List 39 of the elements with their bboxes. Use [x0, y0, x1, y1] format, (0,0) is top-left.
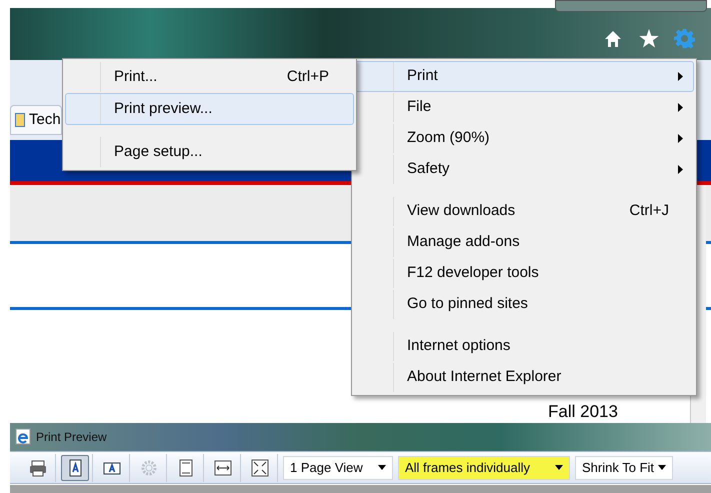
dropdown[interactable]: All frames individually — [398, 456, 570, 480]
page-icon — [15, 113, 25, 127]
menu-item[interactable]: F12 developer tools — [354, 258, 694, 289]
dropdown-arrow-icon — [555, 465, 563, 470]
full-page-icon — [250, 458, 268, 476]
shortcut-label: Ctrl+J — [629, 201, 670, 222]
home-icon[interactable] — [604, 30, 622, 48]
print-icon — [28, 458, 46, 476]
menu-item[interactable]: Zoom (90%) — [354, 123, 694, 154]
settings-icon — [140, 458, 158, 476]
menu-item[interactable]: View downloads Ctrl+J — [354, 196, 694, 227]
tab-label: Tech — [29, 110, 61, 130]
menu-item[interactable]: Print — [354, 61, 694, 92]
submenu-arrow-icon — [678, 134, 683, 143]
menu-item[interactable]: Internet options — [354, 331, 694, 362]
dropdown-arrow-icon — [378, 465, 386, 470]
menu-item[interactable]: Page setup... — [65, 136, 354, 168]
menu-item[interactable]: About Internet Explorer — [354, 362, 694, 393]
menu-item[interactable]: Go to pinned sites — [354, 289, 694, 320]
dropdown[interactable]: 1 Page View — [283, 456, 393, 480]
star-icon[interactable] — [639, 29, 659, 48]
fit-width-icon — [214, 458, 232, 476]
dropdown-arrow-icon — [658, 465, 666, 470]
menu-item[interactable]: Print... Ctrl+P — [65, 61, 354, 93]
menu-item[interactable]: Safety — [354, 154, 694, 185]
shortcut-label: Ctrl+P — [286, 66, 330, 87]
submenu-arrow-icon — [678, 72, 683, 81]
page-header-icon — [176, 458, 194, 476]
page-text: Fall 2013 — [548, 402, 618, 422]
browser-tab[interactable]: Tech — [10, 105, 62, 135]
submenu-arrow-icon — [678, 165, 683, 174]
submenu-arrow-icon — [678, 103, 683, 112]
window-title: Print Preview — [36, 429, 107, 446]
menu-item[interactable]: Manage add-ons — [354, 227, 694, 258]
dropdown[interactable]: Shrink To Fit — [575, 456, 673, 480]
browser-icon — [15, 428, 31, 445]
menu-item[interactable]: File — [354, 92, 694, 123]
menu-item[interactable]: Print preview... — [65, 93, 354, 125]
toolbar-button[interactable] — [60, 454, 88, 480]
